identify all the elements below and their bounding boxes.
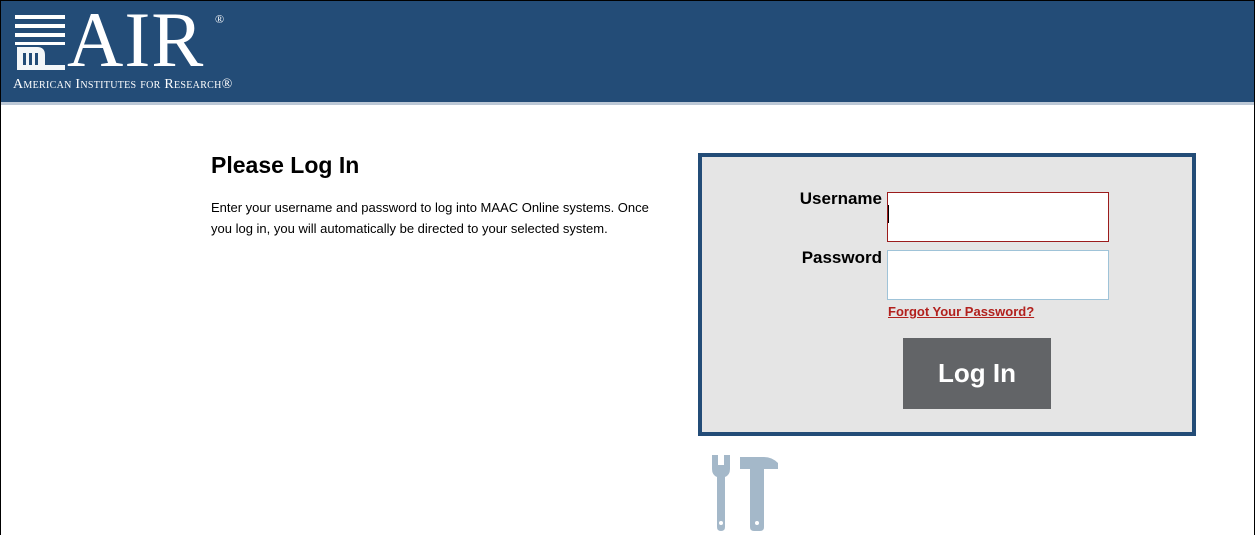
login-instructions: Enter your username and password to log … — [211, 200, 649, 236]
forgot-password-link[interactable]: Forgot Your Password? — [888, 304, 1034, 319]
registered-mark: ® — [215, 12, 225, 26]
login-form-panel: Username Password Forgot Your Password? … — [698, 153, 1196, 436]
page-title: Please Log In — [211, 152, 360, 178]
logo-wordmark: AIR — [67, 0, 205, 83]
pillar-building-icon — [15, 15, 65, 70]
tools-icon — [712, 455, 778, 531]
text-cursor — [888, 205, 889, 223]
password-label: Password — [801, 248, 882, 267]
login-button[interactable]: Log In — [903, 338, 1051, 409]
site-header: AIR ® American Institutes for Research® — [1, 1, 1254, 105]
username-input[interactable] — [887, 192, 1109, 242]
login-page: AIR ® American Institutes for Research® … — [0, 0, 1255, 535]
logo-subtitle: American Institutes for Research® — [13, 77, 233, 92]
password-input[interactable] — [887, 250, 1109, 300]
username-label: Username — [799, 189, 882, 208]
